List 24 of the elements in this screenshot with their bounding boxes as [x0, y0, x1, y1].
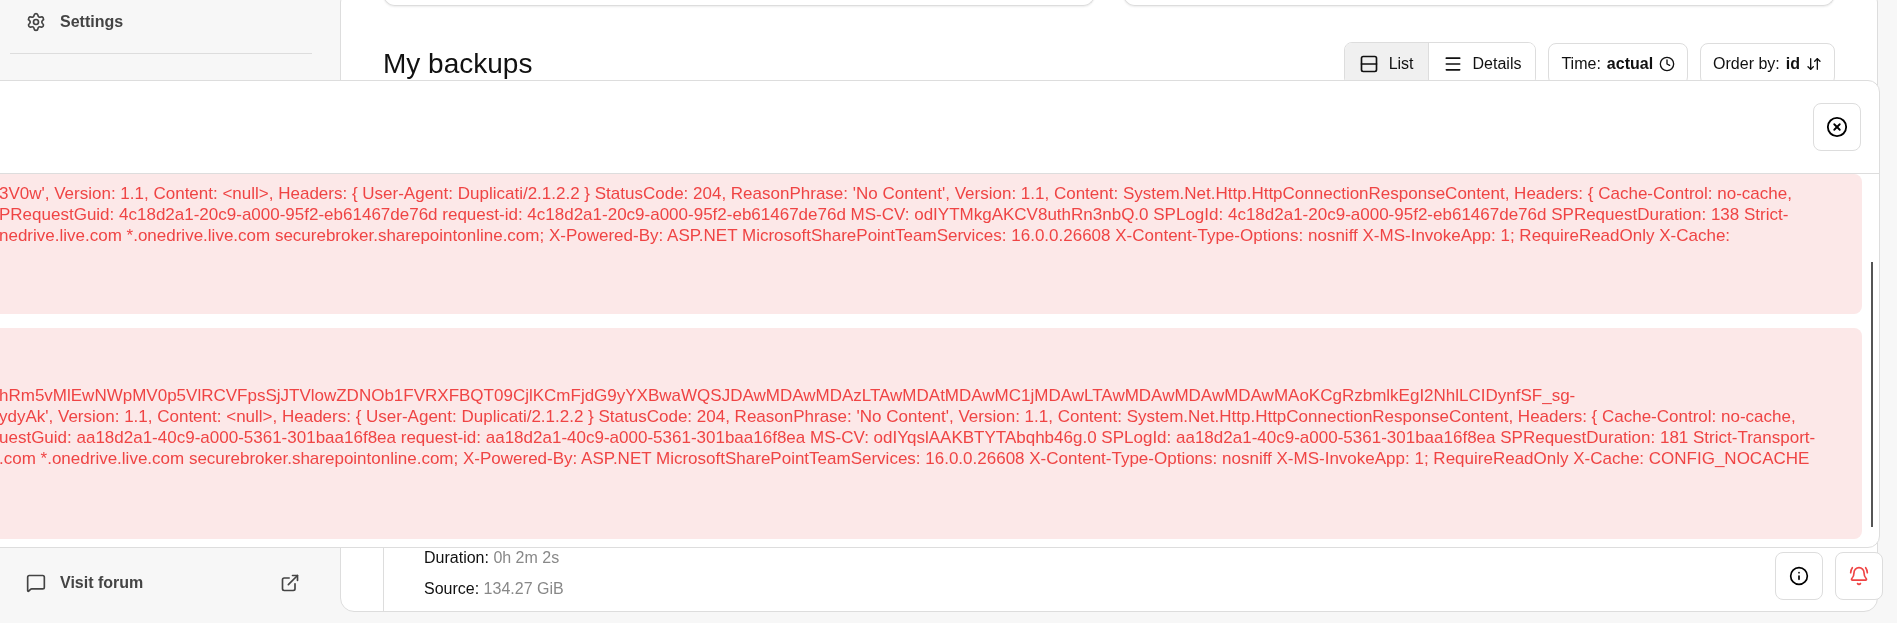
- list-icon: [1358, 54, 1379, 74]
- external-link-icon: [280, 573, 300, 593]
- chat-icon: [26, 573, 46, 593]
- error-text-line: hRm5vMlEwNWpMV0p5VlRCVFpsSjJTVlowZDNOb1FVRXFBQT09CjlKCmFjdG9yYXBwaWQSJDAwMDAwMDAzLTAwMDAtMDAwMC1jMDAwLTAwMDAwMDAwMDAwMAoKCgRzbmlkEgI2NhlLCIDynfSF_sg-: [0, 385, 1576, 406]
- info-icon: [1789, 566, 1809, 586]
- sort-icon: [1806, 56, 1822, 72]
- close-icon: [1826, 116, 1848, 138]
- settings-icon: [26, 12, 46, 32]
- error-text-line: 3V0w', Version: 1.1, Content: <null>, Headers: { User-Agent: Duplicati/2.1.2.2 } StatusCode: 204, ReasonPhrase: 'No Content', Version: 1.1, Content: System.Net.Http.HttpConnectionResponseContent, Headers: { Cache-Control: no-cache,: [0, 183, 1792, 204]
- error-text-line: nedrive.live.com *.onedrive.live.com securebroker.sharepointonline.com; X-Powered-By: ASP.NET MicrosoftSharePointTeamServices: 16.0.0.26608 X-Content-Type-Options: nosniff X-MS-InvokeApp: 1; RequireReadOnly X-Cache:: [0, 225, 1731, 246]
- detail-line: Source: 134.27 GiB: [424, 580, 564, 598]
- scrollbar[interactable]: [1871, 262, 1873, 527]
- error-text-line: PRequestGuid: 4c18d2a1-20c9-a000-95f2-eb61467de76d request-id: 4c18d2a1-20c9-a000-95f2-eb61467de76d MS-CV: odIYTMkgAKCV8uthRn3nbQ.0 SPLogId: 4c18d2a1-20c9-a000-95f2-eb61467de76d SPRequestDuration: 138 Strict-: [0, 204, 1789, 225]
- bell-icon: [1849, 566, 1869, 586]
- clock-icon: [1659, 56, 1676, 72]
- detail-line: Duration: 0h 2m 2s: [424, 549, 560, 567]
- info-button[interactable]: [1775, 552, 1823, 600]
- page-title: My backups: [383, 48, 534, 80]
- sidebar-item[interactable]: Settings: [10, 0, 312, 44]
- forum-link[interactable]: Visit forum: [10, 561, 312, 605]
- notifications-button[interactable]: [1835, 552, 1883, 600]
- close-button[interactable]: [1813, 103, 1861, 151]
- error-text-line: .com *.onedrive.live.com securebroker.sharepointonline.com; X-Powered-By: ASP.NET MicrosoftSharePointTeamServices: 16.0.0.26608 X-Content-Type-Options: nosniff X-MS-InvokeApp: 1; RequireReadOnly X-Cache: CONFIG_NOCACHE: [0, 448, 1810, 469]
- error-text-line: uestGuid: aa18d2a1-40c9-a000-5361-301baa16f8ea request-id: aa18d2a1-40c9-a000-5361-301baa16f8ea MS-CV: odIYqslAAKBTYTAbqhb46g.0 SPLogId: aa18d2a1-40c9-a000-5361-301baa16f8ea SPRequestDuration: 181 Strict-Transport-: [0, 427, 1816, 448]
